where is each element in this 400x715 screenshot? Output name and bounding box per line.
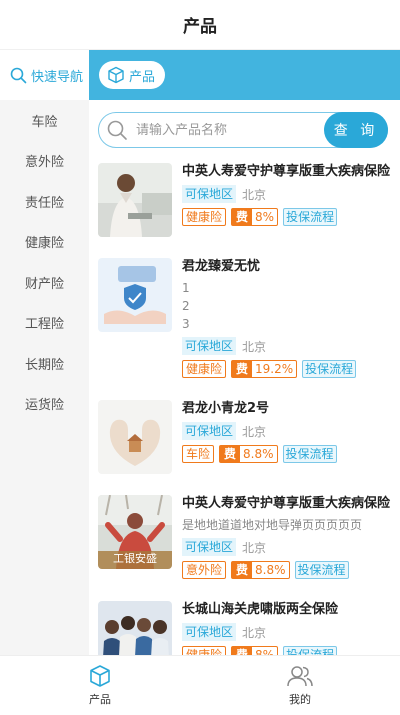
quick-nav-heading: 快速导航 xyxy=(0,50,89,100)
product-image: 工银安盛 xyxy=(98,495,172,569)
fee-label: 费 xyxy=(232,647,253,655)
tab-products[interactable]: 产品 xyxy=(0,656,200,715)
fee-value: 8% xyxy=(255,648,275,655)
city-label: 北京 xyxy=(242,339,267,354)
fee-badge: 费 8.8% xyxy=(231,561,290,579)
bottom-tab-bar: 产品 我的 xyxy=(0,655,400,715)
area-tag: 可保地区 xyxy=(182,337,237,355)
main-content: 产品 查 询 中英人寿爱守护尊享版重大疾病保险 可保地区北京 健康险 费8% 投… xyxy=(89,50,400,655)
area-tag: 可保地区 xyxy=(182,538,237,556)
city-label: 北京 xyxy=(242,540,267,555)
product-title: 君龙小青龙2号 xyxy=(182,401,270,416)
sidebar-item-cargo[interactable]: 运货险 xyxy=(0,384,89,425)
product-desc-line: 1 xyxy=(182,281,190,295)
product-card[interactable]: 中英人寿爱守护尊享版重大疾病保险 可保地区 北京 健康险 费 8% 投保流程 xyxy=(89,163,400,237)
quick-nav-label: 快速导航 xyxy=(31,69,84,85)
fee-label: 费 xyxy=(220,446,241,462)
fee-label: 费 xyxy=(232,361,253,377)
fee-label: 费 xyxy=(232,562,253,578)
area-tag: 可保地区 xyxy=(182,185,237,203)
product-card[interactable]: 君龙臻爱无忧 1 2 3 可保地区 北京 健康险 费 19.2% 投保流程 xyxy=(89,258,400,379)
sidebar-item-health[interactable]: 健康险 xyxy=(0,222,89,263)
fee-badge: 费 8% xyxy=(231,646,279,655)
category-tag: 健康险 xyxy=(182,360,227,378)
product-title: 君龙臻爱无忧 xyxy=(182,259,261,274)
sidebar-item-property[interactable]: 财产险 xyxy=(0,262,89,303)
category-tag: 意外险 xyxy=(182,561,227,579)
fee-badge: 费 8.8% xyxy=(219,445,278,463)
product-card[interactable]: 长城山海关虎啸版两全保险 可保地区 北京 健康险 费 8% 投保流程 xyxy=(89,601,400,655)
area-tag: 可保地区 xyxy=(182,422,237,440)
search-box: 查 询 xyxy=(98,111,388,148)
search-button[interactable]: 查 询 xyxy=(324,111,388,148)
tab-label: 产品 xyxy=(89,693,111,706)
cube-icon xyxy=(90,665,110,687)
product-title: 中英人寿爱守护尊享版重大疾病保险 xyxy=(182,164,391,179)
product-desc-line: 是地地道道地对地导弹页页页页页 xyxy=(182,518,363,532)
sidebar-item-longterm[interactable]: 长期险 xyxy=(0,343,89,384)
product-card[interactable]: 君龙小青龙2号 可保地区 北京 车险 费 8.8% 投保流程 xyxy=(89,400,400,474)
fee-value: 8% xyxy=(255,210,275,224)
sidebar-item-liability[interactable]: 责任险 xyxy=(0,181,89,222)
category-bar: 产品 xyxy=(89,50,400,100)
product-desc-line: 2 xyxy=(182,299,190,313)
fee-value: 8.8% xyxy=(243,447,274,461)
fee-label: 费 xyxy=(232,209,253,225)
fee-badge: 费 19.2% xyxy=(231,360,298,378)
city-label: 北京 xyxy=(242,424,267,439)
city-label: 北京 xyxy=(242,187,267,202)
insure-flow-link[interactable]: 投保流程 xyxy=(282,445,337,463)
page-title: 产品 xyxy=(0,0,400,50)
product-card[interactable]: 工银安盛 中英人寿爱守护尊享版重大疾病保险 是地地道道地对地导弹页页页页页 可保… xyxy=(89,495,400,580)
product-list: 中英人寿爱守护尊享版重大疾病保险 可保地区 北京 健康险 费 8% 投保流程 君龙臻… xyxy=(89,163,400,655)
fee-badge: 费 8% xyxy=(231,208,279,226)
sidebar-item-engineering[interactable]: 工程险 xyxy=(0,303,89,344)
users-icon xyxy=(287,666,313,687)
cube-icon xyxy=(108,66,124,84)
sidebar: 快速导航 车险 意外险 责任险 健康险 财产险 工程险 长期险 运货险 xyxy=(0,50,89,655)
sidebar-item-accident[interactable]: 意外险 xyxy=(0,141,89,182)
insure-flow-link[interactable]: 投保流程 xyxy=(302,360,357,378)
product-desc-line: 3 xyxy=(182,317,190,331)
product-image xyxy=(98,163,172,237)
insure-flow-link[interactable]: 投保流程 xyxy=(283,646,338,655)
city-label: 北京 xyxy=(242,625,267,640)
search-icon xyxy=(107,120,127,140)
tab-label: 我的 xyxy=(289,693,311,706)
product-title: 长城山海关虎啸版两全保险 xyxy=(182,602,339,617)
search-input[interactable] xyxy=(136,122,311,138)
sidebar-item-car[interactable]: 车险 xyxy=(0,100,89,141)
image-caption: 工银安盛 xyxy=(113,552,157,565)
fee-value: 19.2% xyxy=(255,362,294,376)
category-tag: 健康险 xyxy=(182,208,227,226)
product-image xyxy=(98,258,172,332)
fee-value: 8.8% xyxy=(255,563,286,577)
product-title: 中英人寿爱守护尊享版重大疾病保险 xyxy=(182,496,391,511)
category-tag: 健康险 xyxy=(182,646,227,655)
category-pill[interactable]: 产品 xyxy=(99,61,166,89)
tab-mine[interactable]: 我的 xyxy=(200,656,400,715)
category-pill-label: 产品 xyxy=(129,69,156,85)
area-tag: 可保地区 xyxy=(182,623,237,641)
category-tag: 车险 xyxy=(182,445,215,463)
insure-flow-link[interactable]: 投保流程 xyxy=(294,561,349,579)
product-image xyxy=(98,601,172,655)
insure-flow-link[interactable]: 投保流程 xyxy=(283,208,338,226)
search-icon xyxy=(10,67,27,83)
product-image xyxy=(98,400,172,474)
